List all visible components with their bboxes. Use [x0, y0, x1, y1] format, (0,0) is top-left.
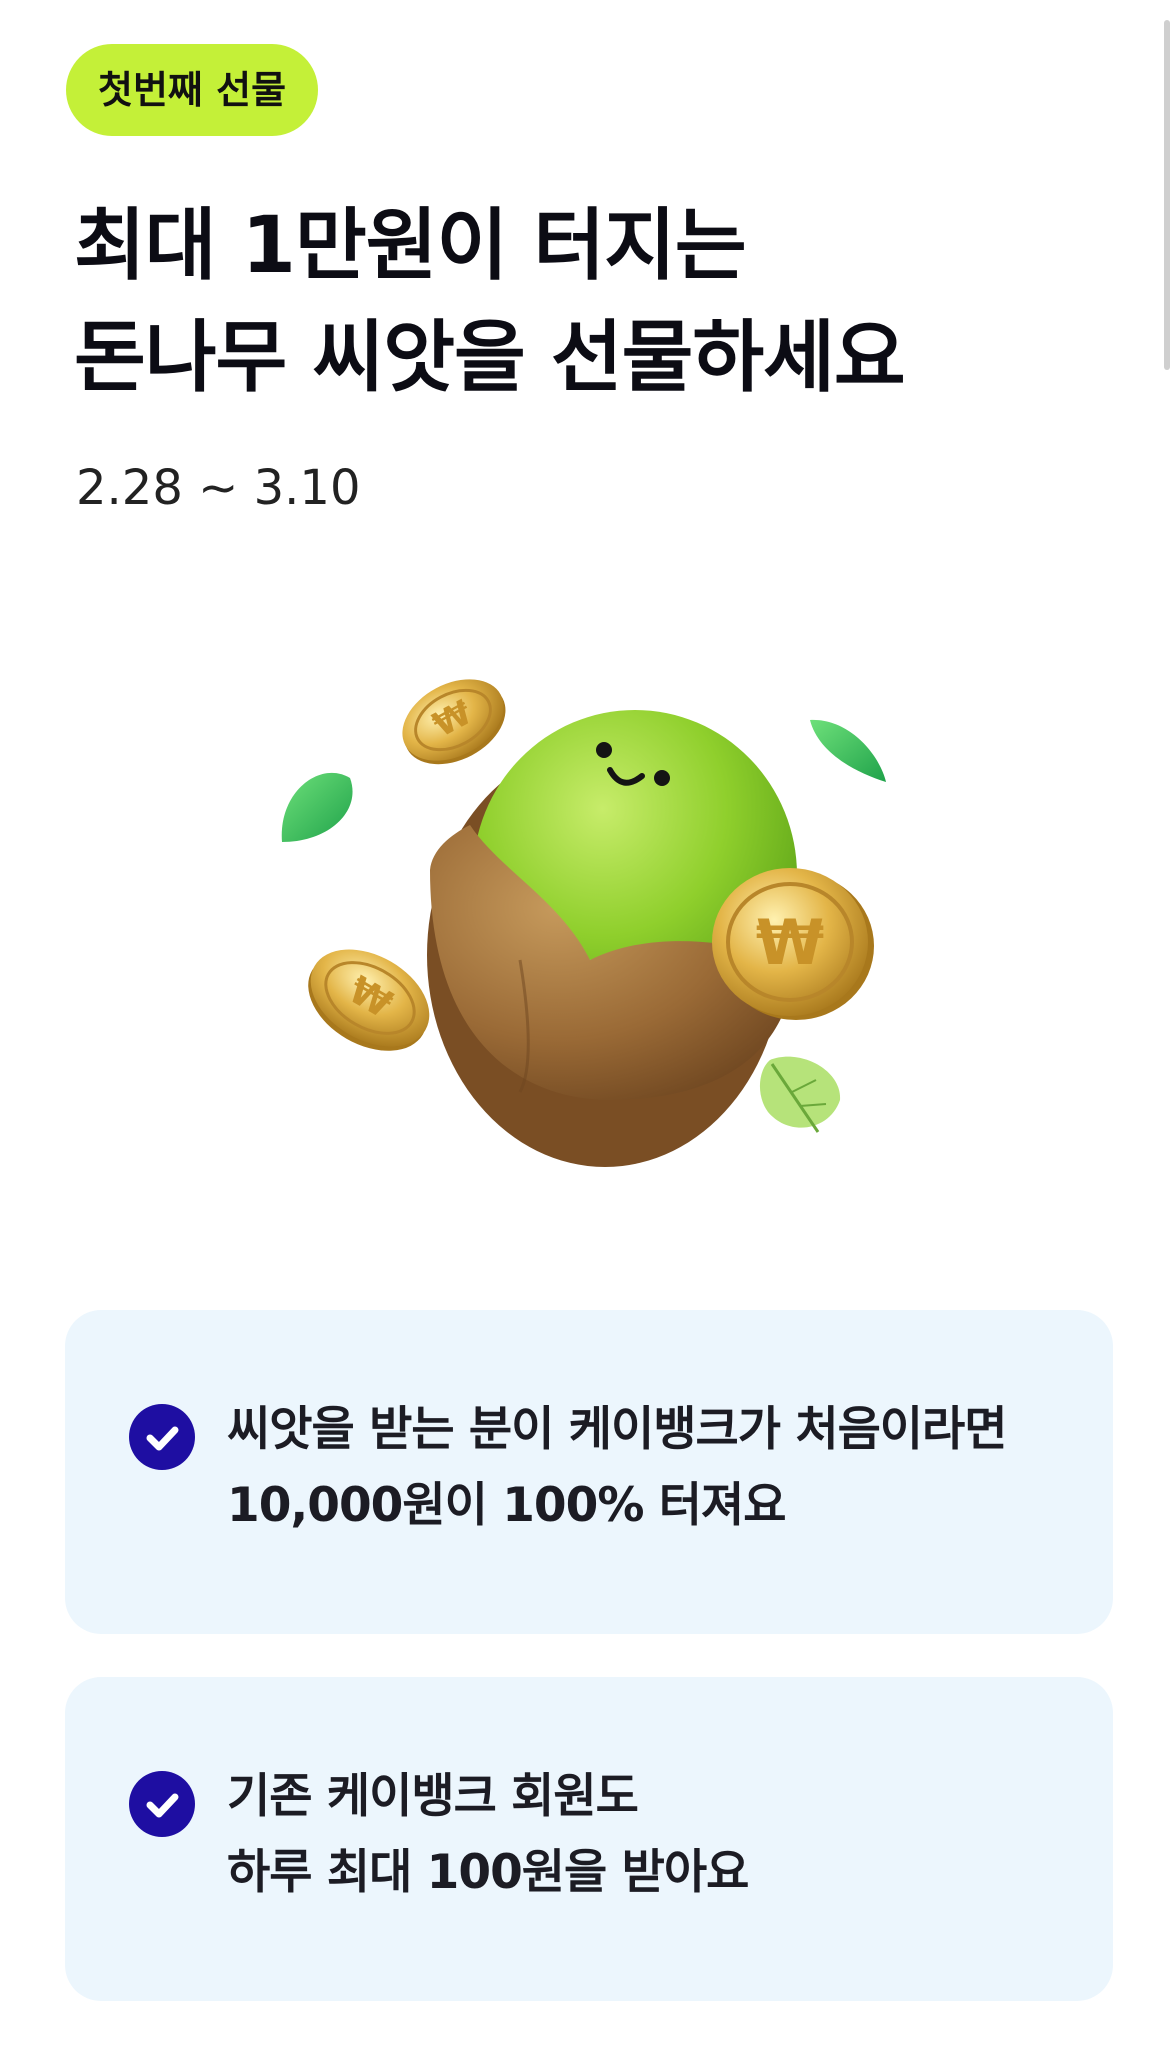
- event-period: 2.28 ~ 3.10: [76, 460, 361, 516]
- coin-top: ₩: [402, 679, 506, 765]
- gift-badge: 첫번째 선물: [66, 44, 319, 136]
- benefit-card-new-user: 씨앗을 받는 분이 케이뱅크가 처음이라면 10,000원이 100% 터져요: [65, 1310, 1113, 1634]
- coin-left: ₩: [308, 949, 430, 1051]
- benefit-text: 씨앗을 받는 분이 케이뱅크가 처음이라면 10,000원이 100% 터져요: [227, 1392, 1008, 1544]
- benefit-line-2: 하루 최대 100원을 받아요: [227, 1845, 749, 1900]
- leaf-left: [281, 772, 353, 842]
- scrollbar[interactable]: [1164, 20, 1170, 370]
- benefit-card-existing-member: 기존 케이뱅크 회원도 하루 최대 100원을 받아요: [65, 1677, 1113, 2001]
- benefit-line-2: 10,000원이 100% 터져요: [227, 1478, 786, 1533]
- leaf-right: [810, 719, 886, 782]
- leaf-bottom: [759, 1056, 841, 1133]
- check-circle-icon: [129, 1771, 195, 1837]
- benefit-text: 기존 케이뱅크 회원도 하루 최대 100원을 받아요: [227, 1759, 749, 1911]
- page-title-line-2: 돈나무 씨앗을 선물하세요: [74, 313, 906, 403]
- svg-text:₩: ₩: [756, 906, 824, 979]
- benefit-line-1: 씨앗을 받는 분이 케이뱅크가 처음이라면: [227, 1402, 1008, 1457]
- check-circle-icon: [129, 1404, 195, 1470]
- page-title-line-1: 최대 1만원이 터지는: [74, 201, 747, 291]
- seed-character-with-coins-icon: ₩ ₩ ₩: [281, 679, 886, 1167]
- page-title: 최대 1만원이 터지는 돈나무 씨앗을 선물하세요: [74, 190, 1074, 414]
- benefit-line-1: 기존 케이뱅크 회원도: [227, 1769, 639, 1824]
